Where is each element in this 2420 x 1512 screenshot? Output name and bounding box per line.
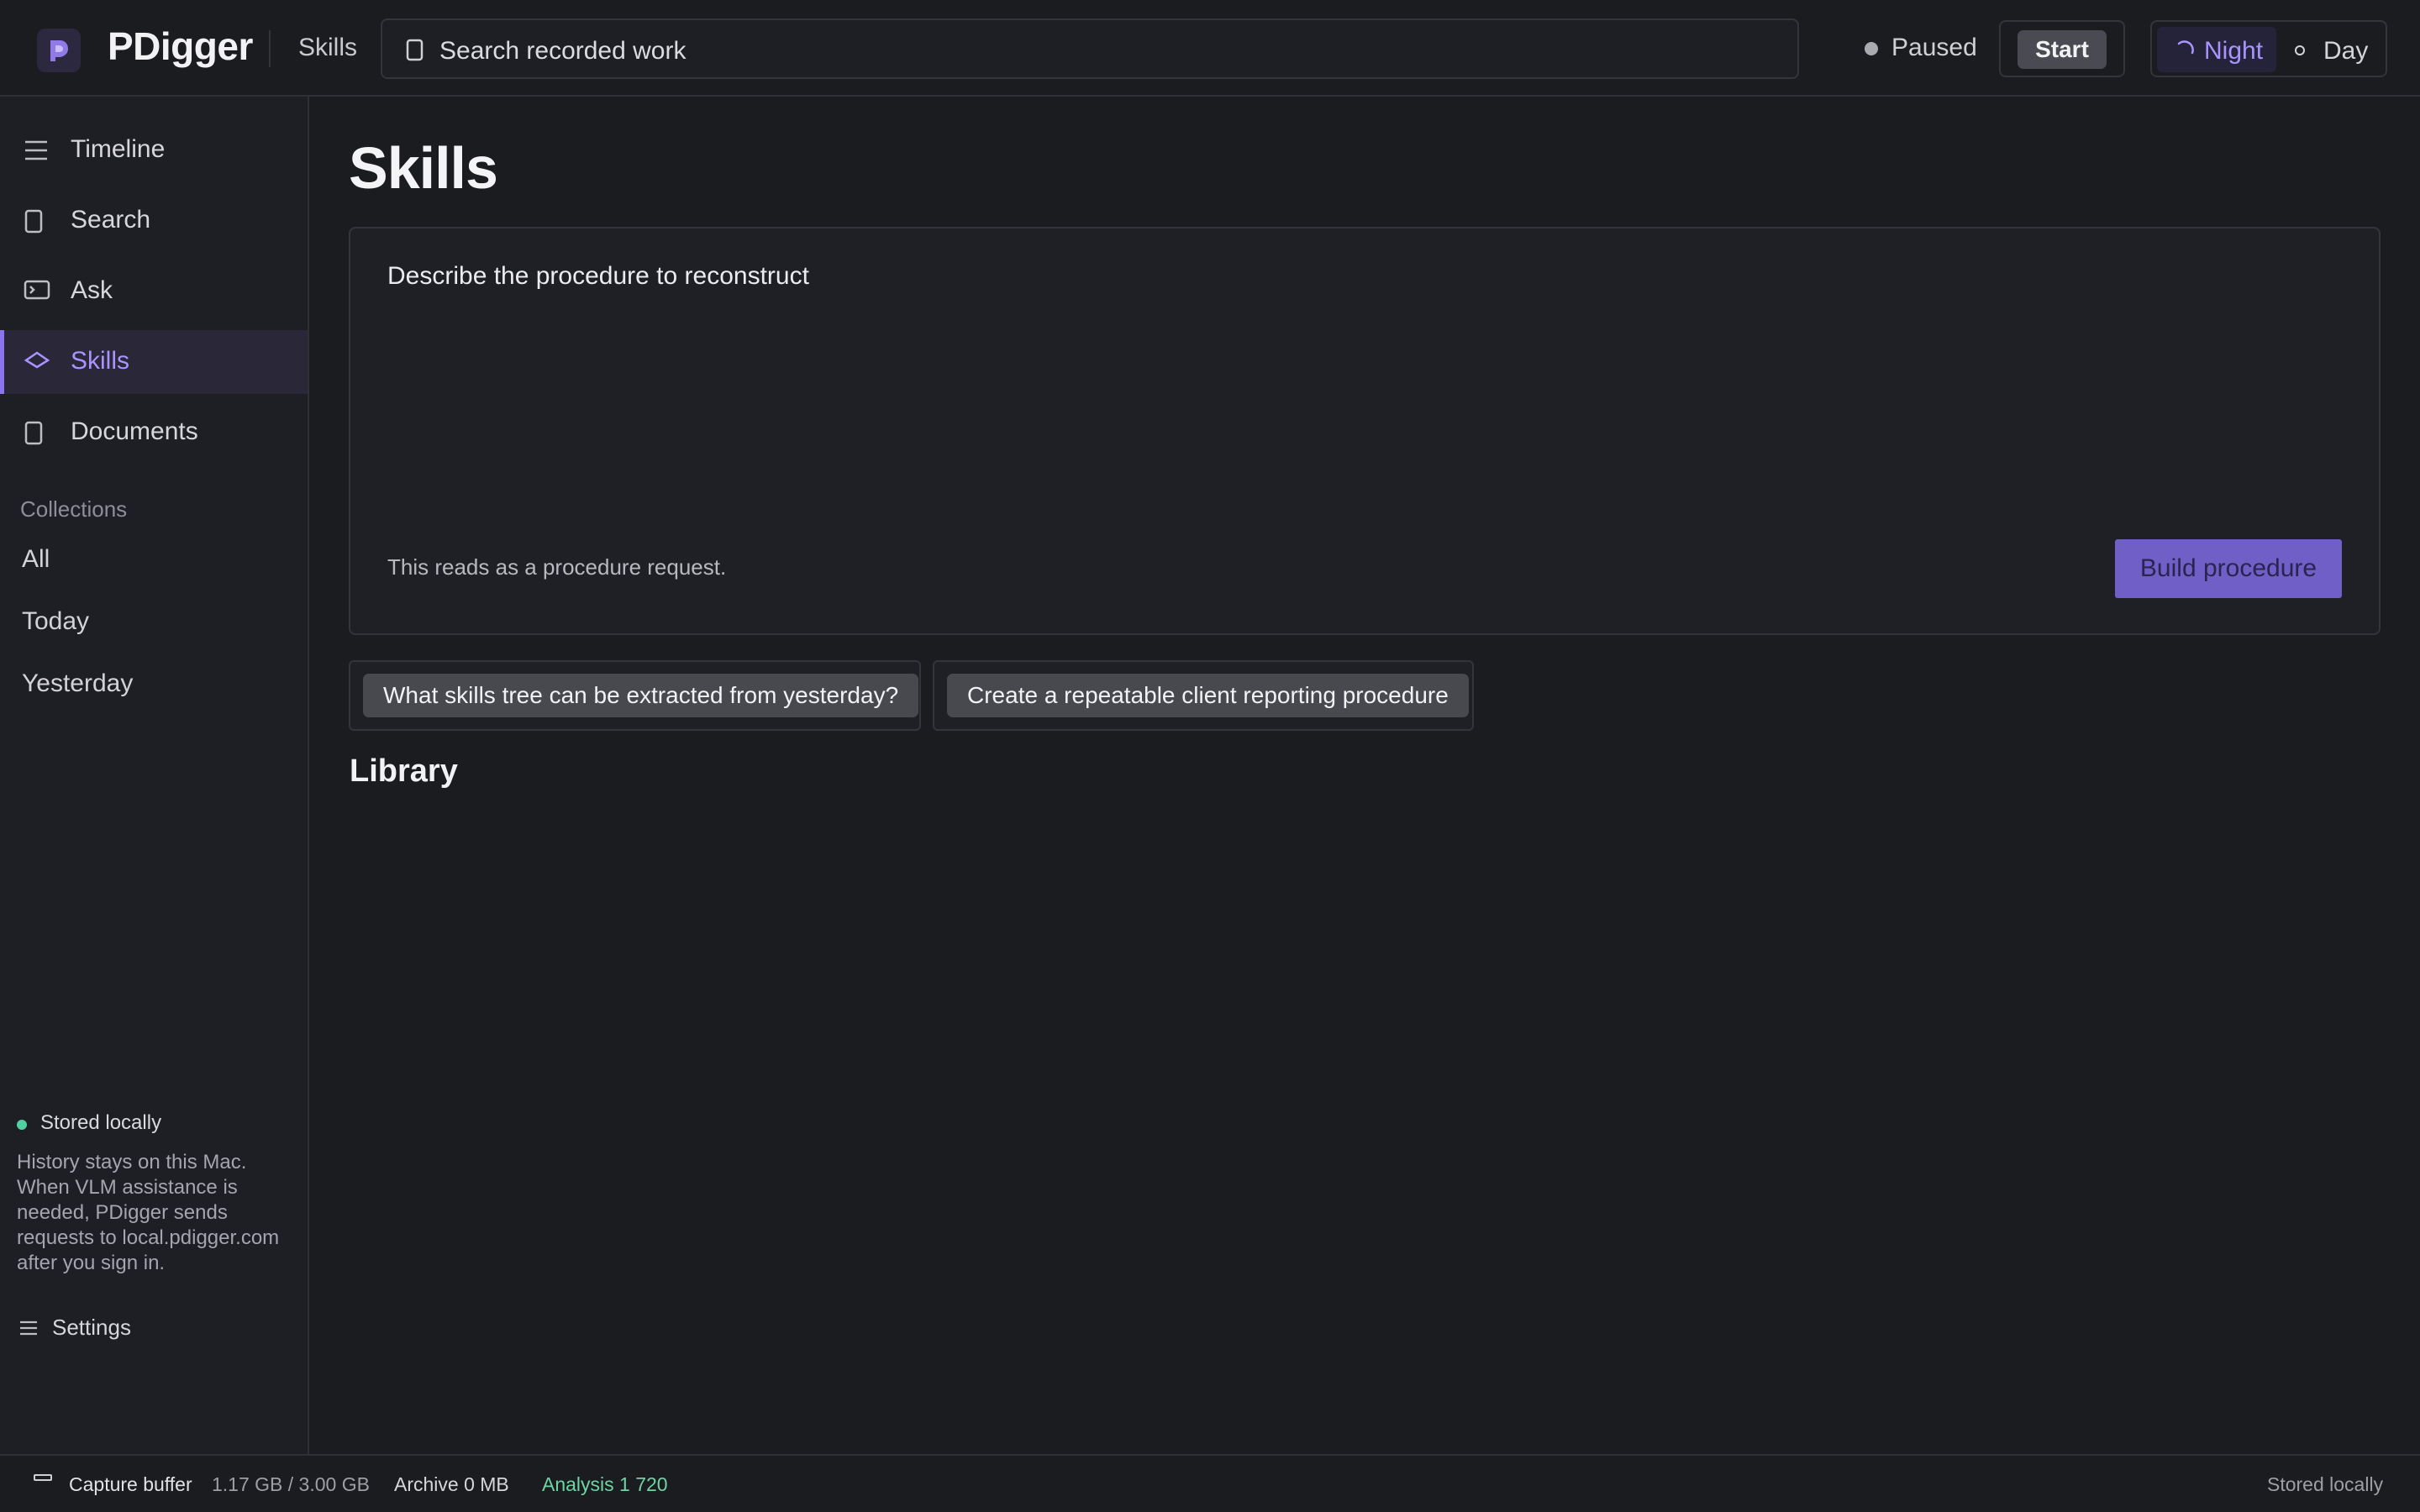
sidebar: Timeline Search Ask Skills Documents Col… [0, 97, 309, 1454]
theme-toggle: Night Day [2150, 20, 2387, 77]
diamond-icon [24, 351, 50, 369]
settings-list-icon [20, 1320, 37, 1336]
settings-button[interactable]: Settings [17, 1313, 185, 1343]
footer-storage-status: Stored locally [2267, 1473, 2384, 1495]
analysis-count: Analysis 1 720 [542, 1473, 668, 1495]
library-heading: Library [350, 753, 458, 789]
status-dot-icon [1865, 42, 1878, 55]
sidebar-item-label: Ask [71, 276, 113, 304]
suggestion-chip[interactable]: Create a repeatable client reporting pro… [947, 674, 1469, 717]
procedure-composer: Describe the procedure to reconstruct Th… [349, 227, 2381, 635]
capture-buffer-value: 1.17 GB / 3.00 GB [212, 1473, 370, 1495]
document-icon [24, 421, 43, 445]
moon-icon [2177, 40, 2194, 55]
build-procedure-button[interactable]: Build procedure [2115, 539, 2342, 598]
sidebar-item-label: Search [71, 206, 151, 234]
title-divider [269, 30, 271, 67]
document-icon [24, 209, 43, 234]
list-icon [25, 140, 47, 160]
archive-size: Archive 0 MB [394, 1473, 509, 1495]
sidebar-item-documents[interactable]: Documents [0, 401, 308, 465]
sidebar-item-timeline[interactable]: Timeline [0, 118, 308, 182]
sidebar-item-skills[interactable]: Skills [0, 330, 308, 394]
settings-label: Settings [52, 1315, 131, 1340]
suggestion-chip[interactable]: What skills tree can be extracted from y… [363, 674, 919, 717]
sidebar-item-label: Documents [71, 417, 198, 445]
procedure-input[interactable]: Describe the procedure to reconstruct [387, 262, 2320, 455]
page-title: Skills [349, 135, 498, 201]
theme-night-option[interactable]: Night [2157, 27, 2276, 72]
search-input[interactable]: Search recorded work [381, 18, 1799, 79]
start-button-group: Start [1999, 20, 2125, 77]
search-value: Search recorded work [439, 37, 687, 65]
collection-item-yesterday[interactable]: Yesterday [22, 669, 133, 698]
composer-hint: This reads as a procedure request. [387, 554, 727, 580]
sidebar-item-label: Timeline [71, 135, 166, 163]
top-bar: PDigger Skills Search recorded work Paus… [0, 0, 2420, 97]
status-bar: Capture buffer 1.17 GB / 3.00 GB Archive… [0, 1454, 2420, 1512]
terminal-icon [24, 280, 50, 300]
capture-buffer-label: Capture buffer [69, 1473, 192, 1495]
app-logo-icon [37, 29, 81, 72]
storage-description: History stays on this Mac. When VLM assi… [17, 1151, 280, 1274]
theme-night-label: Night [2204, 37, 2264, 65]
suggestion-chip-group: What skills tree can be extracted from y… [349, 660, 921, 731]
sidebar-item-ask[interactable]: Ask [0, 260, 308, 323]
theme-day-label: Day [2323, 37, 2369, 65]
sidebar-item-label: Skills [71, 347, 130, 375]
sidebar-item-search[interactable]: Search [0, 189, 308, 253]
collection-item-today[interactable]: Today [22, 607, 89, 636]
start-button[interactable]: Start [2018, 30, 2107, 69]
capture-status: Paused [1891, 34, 1977, 61]
sun-icon [2295, 45, 2305, 55]
document-icon [406, 39, 424, 61]
capture-buffer-icon [34, 1474, 52, 1481]
collection-item-all[interactable]: All [22, 545, 50, 574]
collections-heading: Collections [20, 496, 128, 522]
storage-status-dot-icon [17, 1120, 27, 1130]
app-title: PDigger [108, 24, 253, 68]
suggestion-chip-group: Create a repeatable client reporting pro… [933, 660, 1474, 731]
storage-status-label: Stored locally [40, 1111, 162, 1134]
theme-day-option[interactable]: Day [2286, 27, 2379, 72]
breadcrumb[interactable]: Skills [298, 34, 357, 62]
